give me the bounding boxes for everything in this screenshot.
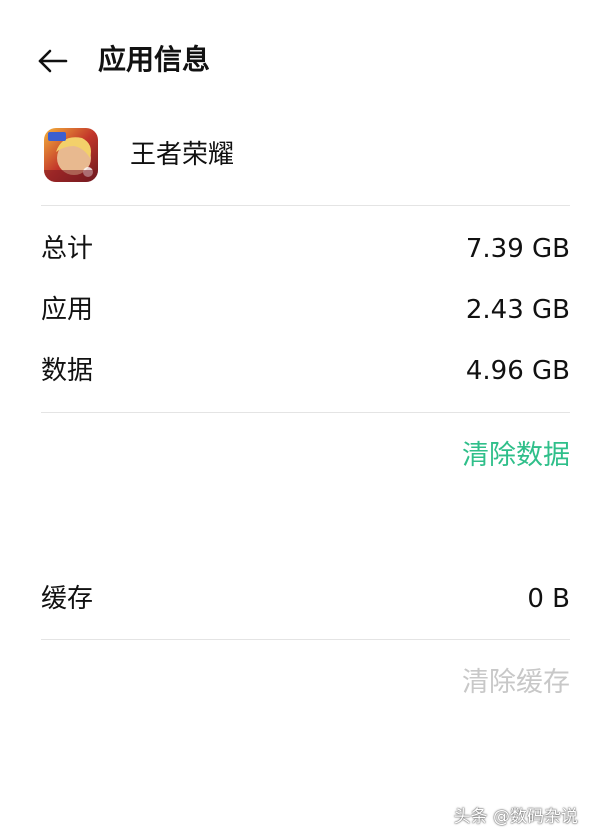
cache-label: 缓存 (41, 584, 94, 614)
cache-value: 0 B (527, 584, 570, 614)
cache-row: 缓存 0 B (41, 579, 570, 619)
app-size-label: 应用 (41, 295, 94, 325)
data-size-value: 4.96 GB (465, 356, 570, 386)
app-size-value: 2.43 GB (465, 295, 570, 325)
divider (41, 205, 570, 206)
app-name: 王者荣耀 (130, 140, 235, 170)
storage-data-row: 数据 4.96 GB (41, 351, 570, 391)
app-info-row: 王者荣耀 (0, 120, 600, 200)
storage-total-row: 总计 7.39 GB (41, 229, 570, 269)
watermark-text: 头条 @数码杂说 (453, 807, 578, 827)
divider (41, 639, 570, 640)
total-value: 7.39 GB (465, 234, 570, 264)
clear-data-button[interactable]: 清除数据 (462, 436, 570, 476)
back-button[interactable] (36, 44, 70, 78)
divider (41, 412, 570, 413)
header-bar: 应用信息 (0, 0, 600, 120)
game-app-icon (44, 128, 98, 182)
clear-cache-button[interactable]: 清除缓存 (462, 663, 570, 703)
total-label: 总计 (41, 234, 94, 264)
storage-app-row: 应用 2.43 GB (41, 290, 570, 330)
arrow-left-icon (38, 49, 68, 73)
page-title: 应用信息 (98, 43, 211, 76)
data-size-label: 数据 (41, 356, 94, 386)
